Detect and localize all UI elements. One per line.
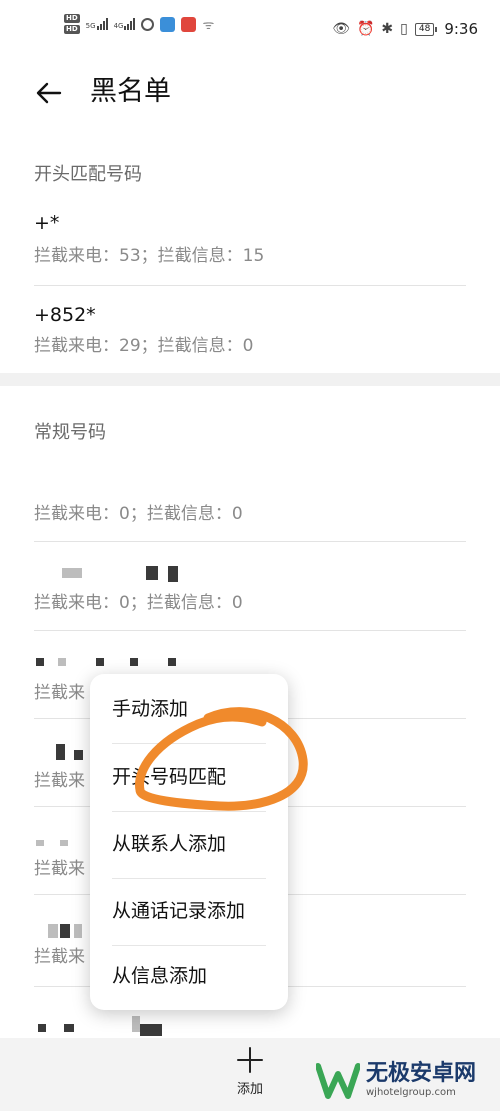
blocked-number-row[interactable]: 拦截来电：0；拦截信息：0 (34, 466, 466, 541)
bluetooth-icon: ✱ (381, 21, 394, 37)
redacted-number (60, 924, 70, 938)
network-4g-label: 4G (113, 22, 124, 30)
block-stats: 拦截来 (34, 771, 85, 791)
list-divider (34, 285, 466, 286)
prefix-number: +* (34, 212, 60, 234)
prefix-number-row[interactable]: +852* 拦截来电：29；拦截信息：0 (34, 302, 466, 358)
redacted-number (146, 566, 158, 580)
add-options-menu: 手动添加 开头号码匹配 从联系人添加 从通话记录添加 从信息添加 (90, 674, 288, 1010)
watermark-logo-icon (316, 1063, 360, 1099)
app-notification-icon (160, 16, 176, 32)
redacted-number (38, 1024, 46, 1032)
signal-4g-icon: 4G (114, 18, 136, 30)
prefix-number-row[interactable]: +* 拦截来电：53；拦截信息：15 (34, 210, 466, 268)
block-stats: 拦截来电：0；拦截信息：0 (34, 593, 243, 613)
redacted-number (130, 658, 138, 666)
health-app-icon (181, 16, 197, 32)
vibrate-icon: ▯ (400, 21, 408, 37)
status-left: HD HD 5G 4G ᯤ (64, 14, 214, 34)
block-stats: 拦截来电：29；拦截信息：0 (34, 336, 254, 356)
app-bar: 黑名单 (0, 58, 500, 130)
redacted-number (132, 1016, 140, 1032)
battery-icon: 48 (414, 22, 438, 36)
site-watermark: 无极安卓网 wjhotelgroup.com (316, 1060, 476, 1100)
redacted-number (62, 568, 82, 578)
redacted-number (74, 924, 82, 938)
block-stats: 拦截来 (34, 859, 85, 879)
list-divider (34, 630, 466, 631)
page-title: 黑名单 (90, 76, 171, 107)
plus-icon (237, 1047, 263, 1073)
watermark-name: 无极安卓网 (366, 1061, 477, 1086)
block-stats: 拦截来电：0；拦截信息：0 (34, 504, 243, 524)
hd-badge: HD (64, 25, 80, 34)
block-stats: 拦截来电：53；拦截信息：15 (34, 246, 265, 266)
watermark-url: wjhotelgroup.com (366, 1087, 456, 1098)
signal-5g-icon: 5G (86, 18, 108, 30)
wifi-icon: ᯤ (202, 18, 215, 33)
alarm-icon: ⏰ (356, 21, 375, 37)
redacted-number (48, 924, 58, 938)
status-bar: HD HD 5G 4G ᯤ 👁 ⏰ ✱ ▯ 48 9:36 (0, 0, 500, 58)
redacted-number (96, 658, 104, 666)
hd-indicators: HD HD (64, 14, 80, 34)
menu-item-from-call-log[interactable]: 从通话记录添加 (90, 878, 288, 945)
menu-item-from-messages[interactable]: 从信息添加 (90, 943, 288, 1010)
redacted-number (64, 1024, 74, 1032)
add-label: 添加 (236, 1082, 263, 1097)
menu-item-prefix-match[interactable]: 开头号码匹配 (90, 744, 288, 811)
menu-item-manual-add[interactable]: 手动添加 (90, 676, 288, 743)
block-stats: 拦截来 (34, 683, 85, 703)
prefix-match-section: 开头匹配号码 +* 拦截来电：53；拦截信息：15 +852* 拦截来电：29；… (0, 130, 500, 373)
redacted-number (36, 840, 44, 846)
redacted-number (168, 566, 178, 582)
back-arrow-icon[interactable] (34, 78, 64, 108)
clock: 9:36 (444, 20, 478, 38)
section-header-prefix: 开头匹配号码 (34, 164, 142, 185)
redacted-number (60, 840, 68, 846)
redacted-number (58, 658, 66, 666)
menu-item-from-contacts[interactable]: 从联系人添加 (90, 811, 288, 878)
section-header-normal: 常规号码 (34, 422, 106, 443)
battery-level: 48 (414, 22, 435, 36)
block-stats: 拦截来 (34, 947, 85, 967)
prefix-number: +852* (34, 304, 96, 326)
add-button[interactable]: 添加 (214, 1046, 286, 1106)
eye-icon: 👁 (332, 21, 350, 37)
status-right: 👁 ⏰ ✱ ▯ 48 9:36 (332, 20, 478, 38)
hd-badge: HD (64, 14, 80, 23)
network-5g-label: 5G (85, 22, 96, 30)
redacted-number (36, 658, 44, 666)
list-divider (34, 541, 466, 542)
redacted-number (74, 750, 83, 760)
redacted-number (168, 658, 176, 666)
blocked-number-row[interactable]: 拦截来电：0；拦截信息：0 (34, 546, 466, 630)
redacted-number (140, 1024, 162, 1036)
sync-icon (141, 17, 155, 31)
redacted-number (56, 744, 65, 760)
